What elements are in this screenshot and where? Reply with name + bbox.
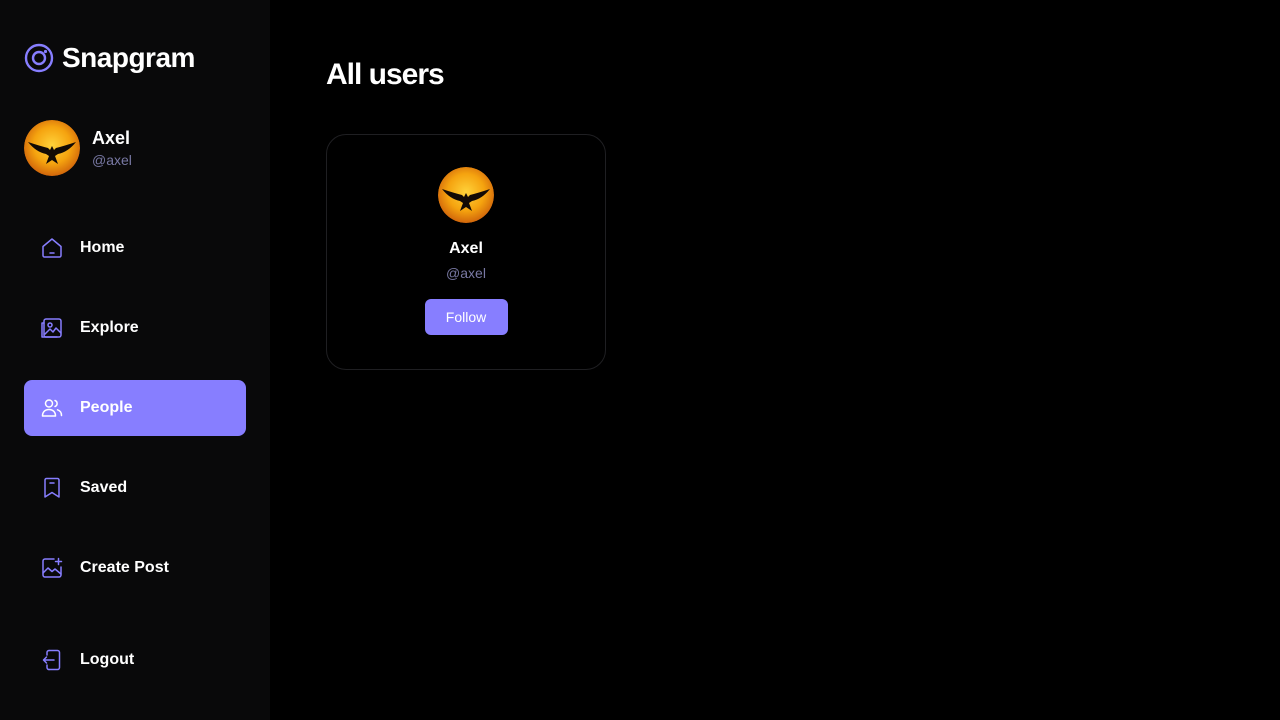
app-name: Snapgram: [62, 42, 195, 73]
gallery-add-icon: [42, 557, 63, 578]
sidebar-nav: Home Explore People Saved Create Post: [24, 220, 246, 620]
camera-logo-icon: [24, 43, 54, 73]
user-card[interactable]: Axel @axel Follow: [326, 134, 606, 370]
sidebar: Snapgram Axel @axel Home Explore People …: [0, 0, 270, 720]
profile-name: Axel: [92, 127, 131, 148]
sidebar-item-people[interactable]: People: [24, 380, 246, 436]
home-icon: [42, 238, 62, 258]
profile-link[interactable]: Axel @axel: [24, 120, 132, 176]
sidebar-item-label: Create Post: [80, 559, 169, 576]
sidebar-item-label: People: [80, 399, 133, 416]
logout-button[interactable]: Logout: [24, 632, 246, 688]
sidebar-item-home[interactable]: Home: [24, 220, 246, 276]
follow-button[interactable]: Follow: [424, 299, 508, 335]
explore-icon: [41, 318, 62, 338]
app-logo[interactable]: Snapgram: [24, 42, 195, 74]
logout-icon: [42, 649, 61, 671]
main-content: All users Axel @axel Follow: [270, 0, 1280, 720]
sidebar-item-saved[interactable]: Saved: [24, 460, 246, 516]
people-icon: [41, 399, 63, 417]
sidebar-item-explore[interactable]: Explore: [24, 300, 246, 356]
bookmark-icon: [44, 477, 60, 498]
user-card-name: Axel: [449, 240, 483, 257]
sidebar-item-create-post[interactable]: Create Post: [24, 540, 246, 596]
sidebar-item-label: Home: [80, 239, 125, 256]
logout-label: Logout: [80, 651, 135, 668]
bird-avatar-icon: [24, 120, 80, 176]
profile-handle: @axel: [92, 151, 132, 168]
sidebar-item-label: Explore: [80, 319, 139, 336]
user-card-handle: @axel: [446, 265, 486, 281]
bird-avatar-icon: [438, 167, 494, 223]
page-title: All users: [326, 58, 445, 91]
sidebar-item-label: Saved: [80, 479, 128, 496]
